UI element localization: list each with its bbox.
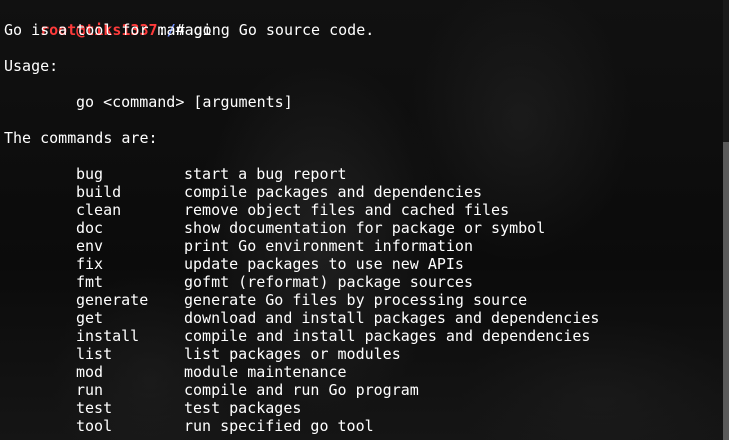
command-row: test test packages: [4, 399, 704, 417]
command-name: run: [76, 381, 104, 399]
command-row: bug start a bug report: [4, 165, 704, 183]
scrollbar[interactable]: [723, 0, 729, 440]
command-name: bug: [76, 165, 104, 183]
command-name: generate: [76, 291, 149, 309]
terminal-window[interactable]: root@tiks1337:/# go Go is a tool for man…: [0, 0, 729, 440]
command-description: remove object files and cached files: [184, 201, 510, 219]
command-description: generate Go files by processing source: [184, 291, 528, 309]
command-row: mod module maintenance: [4, 363, 704, 381]
command-description: compile packages and dependencies: [184, 183, 483, 201]
command-description: start a bug report: [184, 165, 347, 183]
command-name: fmt: [76, 273, 104, 291]
command-row: list list packages or modules: [4, 345, 704, 363]
command-name: build: [76, 183, 122, 201]
command-description: gofmt (reformat) package sources: [184, 273, 473, 291]
command-description: run specified go tool: [184, 417, 374, 435]
command-description: update packages to use new APIs: [184, 255, 464, 273]
command-row: generate generate Go files by processing …: [4, 291, 704, 309]
command-row: tool run specified go tool: [4, 417, 704, 435]
command-name: doc: [76, 219, 104, 237]
usage-line: go <command> [arguments]: [76, 93, 293, 111]
command-description: module maintenance: [184, 363, 347, 381]
command-description: show documentation for package or symbol: [184, 219, 546, 237]
command-name: mod: [76, 363, 104, 381]
command-row: install compile and install packages and …: [4, 327, 704, 345]
command-name: get: [76, 309, 104, 327]
command-description: test packages: [184, 399, 302, 417]
command-description: compile and install packages and depende…: [184, 327, 591, 345]
command-name: clean: [76, 201, 122, 219]
command-name: install: [76, 327, 140, 345]
command-name: tool: [76, 417, 113, 435]
command-row: fix update packages to use new APIs: [4, 255, 704, 273]
command-row: env print Go environment information: [4, 237, 704, 255]
commands-label: The commands are:: [4, 129, 158, 147]
command-description: list packages or modules: [184, 345, 401, 363]
prompt-line: root@tiks1337:/# go: [4, 3, 212, 39]
command-row: fmt gofmt (reformat) package sources: [4, 273, 704, 291]
command-row: doc show documentation for package or sym…: [4, 219, 704, 237]
command-description: download and install packages and depend…: [184, 309, 600, 327]
command-description: print Go environment information: [184, 237, 473, 255]
command-name: env: [76, 237, 104, 255]
command-row: run compile and run Go program: [4, 381, 704, 399]
command-row: build compile packages and dependencies: [4, 183, 704, 201]
command-name: list: [76, 345, 113, 363]
command-description: compile and run Go program: [184, 381, 419, 399]
output-intro: Go is a tool for managing Go source code…: [4, 21, 375, 39]
usage-label: Usage:: [4, 57, 59, 75]
command-name: test: [76, 399, 113, 417]
command-row: get download and install packages and dep…: [4, 309, 704, 327]
scrollbar-thumb[interactable]: [723, 142, 729, 440]
command-row: clean remove object files and cached file…: [4, 201, 704, 219]
command-name: fix: [76, 255, 104, 273]
